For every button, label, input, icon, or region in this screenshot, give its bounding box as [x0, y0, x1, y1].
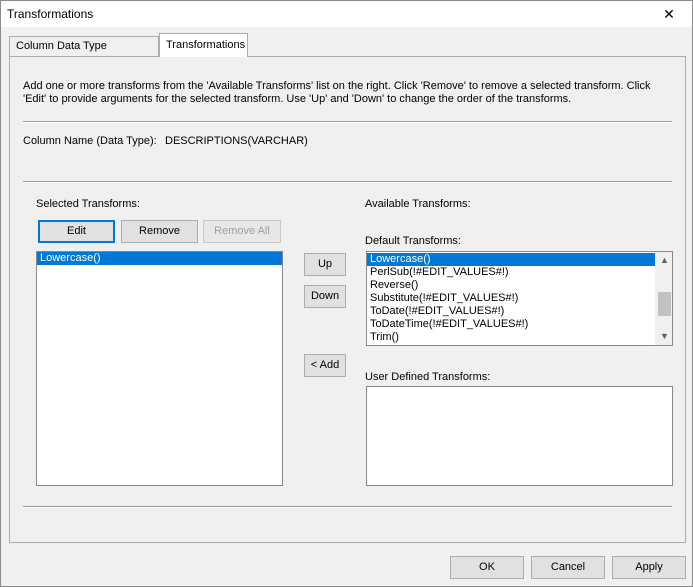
window-title: Transformations — [7, 7, 94, 21]
default-transforms-list[interactable]: Lowercase() PerlSub(!#EDIT_VALUES#!) Rev… — [366, 251, 673, 346]
close-button[interactable]: ✕ — [646, 1, 692, 27]
list-item[interactable]: ToDateTime(!#EDIT_VALUES#!) — [367, 318, 655, 331]
selected-transforms-label: Selected Transforms: — [36, 198, 140, 210]
vertical-scrollbar[interactable]: ▲ ▼ — [655, 252, 672, 345]
scrollbar-thumb[interactable] — [658, 292, 671, 316]
cancel-button[interactable]: Cancel — [531, 556, 605, 579]
column-name-value: DESCRIPTIONS(VARCHAR) — [165, 135, 308, 147]
edit-button[interactable]: Edit — [38, 220, 115, 243]
column-name-label: Column Name (Data Type): — [23, 135, 157, 147]
available-transforms-label: Available Transforms: — [365, 198, 471, 210]
list-item[interactable]: Trim() — [367, 331, 655, 344]
ok-button[interactable]: OK — [450, 556, 524, 579]
remove-button[interactable]: Remove — [121, 220, 198, 243]
chevron-up-icon[interactable]: ▲ — [656, 252, 672, 269]
tab-transformations[interactable]: Transformations — [159, 33, 248, 57]
list-item[interactable]: Reverse() — [367, 279, 655, 292]
list-item[interactable]: PerlSub(!#EDIT_VALUES#!) — [367, 266, 655, 279]
apply-button[interactable]: Apply — [612, 556, 686, 579]
divider — [23, 506, 672, 508]
down-button[interactable]: Down — [304, 285, 346, 308]
transformations-dialog: Transformations ✕ Column Data Type Mappi… — [0, 0, 693, 587]
title-bar: Transformations ✕ — [1, 1, 692, 27]
list-item[interactable]: Lowercase() — [37, 252, 282, 265]
instructions-text: Add one or more transforms from the 'Ava… — [23, 80, 651, 105]
list-item[interactable]: ToDate(!#EDIT_VALUES#!) — [367, 305, 655, 318]
transformations-panel: Add one or more transforms from the 'Ava… — [9, 56, 686, 543]
default-transforms-label: Default Transforms: — [365, 235, 461, 247]
user-defined-transforms-list[interactable] — [366, 386, 673, 486]
selected-transforms-list[interactable]: Lowercase() — [36, 251, 283, 486]
divider — [23, 181, 672, 183]
chevron-down-icon[interactable]: ▼ — [656, 328, 672, 345]
close-icon: ✕ — [663, 6, 675, 22]
user-defined-transforms-label: User Defined Transforms: — [365, 371, 491, 383]
tab-column-data-type-mappings[interactable]: Column Data Type Mappings — [9, 36, 159, 71]
list-item[interactable]: Lowercase() — [367, 253, 655, 266]
list-item[interactable]: Substitute(!#EDIT_VALUES#!) — [367, 292, 655, 305]
divider — [23, 121, 672, 123]
remove-all-button[interactable]: Remove All — [203, 220, 281, 243]
up-button[interactable]: Up — [304, 253, 346, 276]
add-button[interactable]: < Add — [304, 354, 346, 377]
